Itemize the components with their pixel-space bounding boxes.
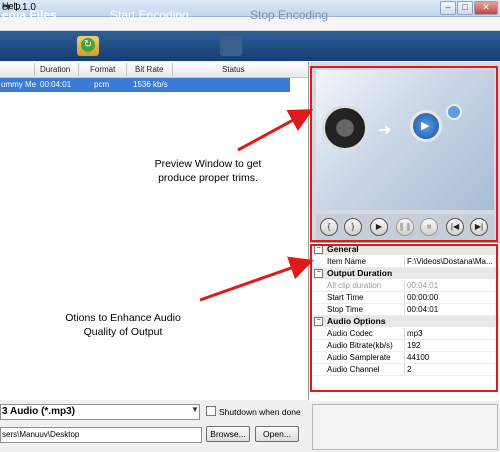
annotation-line: Preview Window to get [154, 158, 262, 170]
annotation-line: Otions to Enhance Audio [65, 312, 181, 324]
annotation-line: Quality of Output [83, 326, 163, 338]
annotation-line: produce proper trims. [158, 172, 258, 184]
annotation-preview-text: Preview Window to get produce proper tri… [138, 157, 278, 185]
annotation-arrows [199, 109, 314, 302]
arrow-to-options [199, 256, 314, 302]
annotation-options-text: Otions to Enhance Audio Quality of Outpu… [48, 311, 198, 339]
arrow-to-preview [237, 109, 314, 152]
